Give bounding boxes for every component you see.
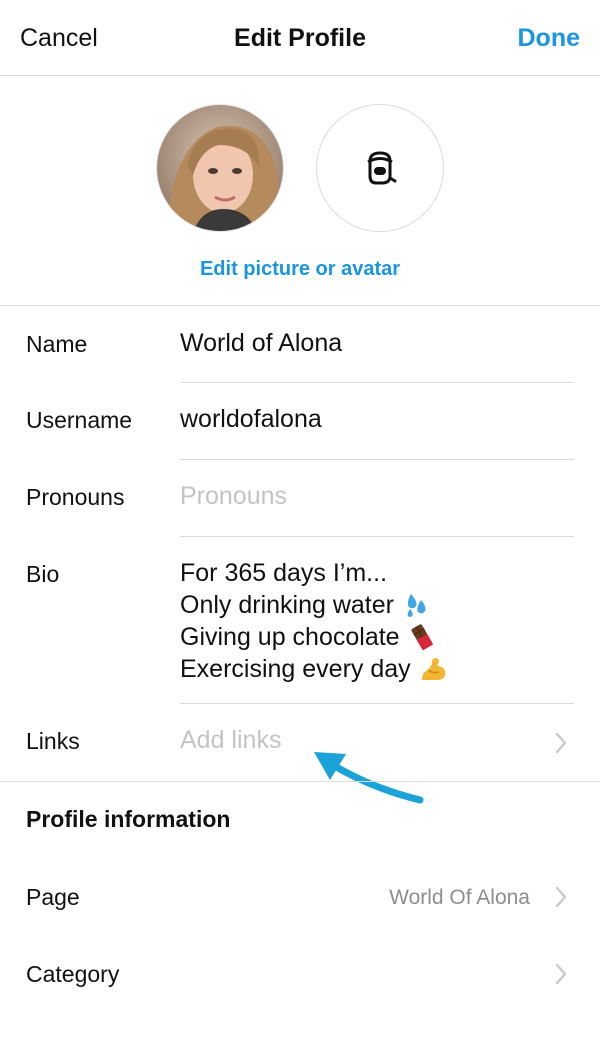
avatar-face-icon [367,151,397,185]
bio-field[interactable]: For 365 days I’m... Only drinking water … [180,557,449,685]
section-divider [0,781,600,782]
chevron-right-icon [555,963,567,985]
bio-line-text: Exercising every day [180,655,411,683]
profile-photo[interactable] [156,104,284,232]
chevron-right-icon [555,732,567,754]
bio-line: For 365 days I’m... [180,557,449,589]
droplets-emoji-icon [407,594,426,617]
navigation-bar: Cancel Edit Profile Done [0,0,600,76]
bio-line: Only drinking water [180,589,449,621]
bio-row[interactable]: Bio For 365 days I’m... Only drinking wa… [0,537,600,704]
done-button[interactable]: Done [518,24,581,53]
links-field[interactable]: Add links [180,726,281,755]
profile-picture-section: Edit picture or avatar [0,76,600,306]
username-label: Username [26,407,133,433]
cancel-button[interactable]: Cancel [20,24,98,53]
name-label: Name [26,331,88,357]
page-row[interactable]: Page World Of Alona [0,858,600,935]
edit-picture-link[interactable]: Edit picture or avatar [0,258,600,281]
pronouns-field[interactable]: Pronouns [180,482,287,511]
flexed-bicep-emoji-icon [421,658,446,680]
bio-line-text: Giving up chocolate [180,623,400,651]
page-value: World Of Alona [389,886,530,909]
avatar-button[interactable] [316,104,444,232]
page-label: Page [26,884,80,910]
profile-photo-image [157,105,283,231]
chevron-right-icon [555,886,567,908]
bio-label: Bio [26,561,60,587]
name-field[interactable]: World of Alona [180,329,342,358]
bio-line-text: Only drinking water [180,591,394,619]
category-label: Category [26,961,120,987]
pronouns-row[interactable]: Pronouns Pronouns [0,460,600,537]
pronouns-label: Pronouns [26,484,125,510]
chocolate-emoji-icon [411,624,433,651]
links-label: Links [26,728,80,754]
bio-line-text: For 365 days I’m... [180,559,388,587]
category-row[interactable]: Category [0,935,600,1012]
bio-line: Giving up chocolate [180,621,449,653]
name-row[interactable]: Name World of Alona [0,307,600,383]
annotation-arrow-icon [314,752,424,804]
bio-line: Exercising every day [180,653,449,685]
profile-information-heading: Profile information [26,806,231,832]
username-row[interactable]: Username worldofalona [0,383,600,460]
username-field[interactable]: worldofalona [180,405,322,434]
